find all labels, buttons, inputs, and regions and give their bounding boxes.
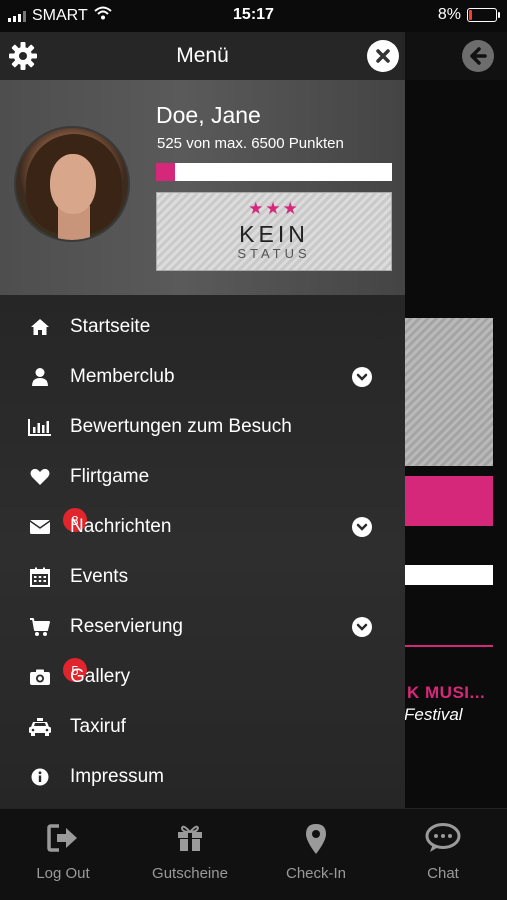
menu-label: Gallery: [70, 666, 131, 687]
tab-label: Log Out: [36, 865, 90, 882]
background-status-panel: [405, 318, 493, 466]
menu-item-memberclub[interactable]: Memberclub: [0, 353, 405, 401]
chat-bubble-icon: [380, 823, 506, 853]
menu-item-flirtgame[interactable]: Flirtgame: [0, 453, 405, 501]
menu-item-taxiruf[interactable]: Taxiruf: [0, 703, 405, 751]
tab-log-out[interactable]: Log Out: [0, 809, 126, 900]
close-icon[interactable]: [367, 40, 399, 72]
envelope-icon: 8: [28, 508, 87, 539]
cart-icon: [28, 615, 52, 639]
background-divider: [405, 645, 493, 647]
tab-label: Chat: [427, 865, 459, 882]
battery-percent: 8%: [437, 6, 461, 23]
menu-label: Impressum: [70, 766, 164, 787]
heart-icon: [28, 465, 52, 489]
menu-item-events[interactable]: Events: [0, 553, 405, 601]
side-drawer: Menü Doe, Jane 525 von max. 6500 Punkten…: [0, 32, 405, 808]
menu-item-gallery[interactable]: 5 Gallery: [0, 653, 405, 701]
taxi-icon: [28, 715, 52, 739]
chevron-down-icon[interactable]: [352, 367, 372, 387]
background-event-title: K MUSI...: [407, 683, 486, 702]
menu-label: Taxiruf: [70, 716, 126, 737]
menu-label: Memberclub: [70, 366, 175, 387]
background-event-subtitle: Festival: [404, 705, 463, 724]
status-card: ★★★ KEIN STATUS: [156, 192, 392, 271]
profile-section: Doe, Jane 525 von max. 6500 Punkten ★★★ …: [0, 80, 405, 295]
avatar[interactable]: [14, 126, 130, 242]
menu-label: Reservierung: [70, 616, 183, 637]
battery-info: 8%: [437, 6, 500, 24]
status-bar: SMART 15:17 8%: [0, 0, 507, 32]
camera-icon: 5: [28, 658, 87, 689]
drawer-header: Menü: [0, 32, 405, 80]
chevron-down-icon[interactable]: [352, 617, 372, 637]
battery-icon: [467, 8, 500, 22]
menu-item-impressum[interactable]: Impressum: [0, 753, 405, 801]
menu-item-reservierung[interactable]: Reservierung: [0, 603, 405, 651]
stars-icon: ★★★: [248, 199, 300, 218]
bar-chart-icon: [28, 415, 52, 439]
menu-label: Nachrichten: [70, 516, 172, 537]
menu-item-startseite[interactable]: Startseite: [0, 303, 405, 351]
tab-chat[interactable]: Chat: [380, 809, 506, 900]
menu-item-bewertungen[interactable]: Bewertungen zum Besuch: [0, 403, 405, 451]
bottom-tab-bar: Log Out Gutscheine Check-In Chat: [0, 808, 507, 900]
profile-points: 525 von max. 6500 Punkten: [157, 135, 344, 152]
chevron-down-icon[interactable]: [352, 517, 372, 537]
drawer-title: Menü: [176, 44, 229, 67]
menu-label: Flirtgame: [70, 466, 150, 487]
tab-label: Gutscheine: [152, 865, 228, 882]
points-progress-bar: [156, 163, 392, 181]
background-pink-panel: [405, 476, 493, 526]
points-progress-fill: [156, 163, 176, 181]
status-title: KEIN: [239, 221, 309, 247]
profile-name: Doe, Jane: [156, 102, 261, 128]
menu-label: Bewertungen zum Besuch: [70, 416, 292, 437]
menu-label: Events: [70, 566, 129, 587]
user-icon: [28, 365, 52, 389]
clock: 15:17: [233, 6, 274, 23]
gift-icon: [127, 823, 253, 853]
tab-gutscheine[interactable]: Gutscheine: [127, 809, 253, 900]
back-arrow-icon[interactable]: [462, 40, 494, 72]
status-subtitle: STATUS: [237, 246, 311, 261]
tab-label: Check-In: [285, 865, 347, 882]
drawer-menu: Startseite Memberclub Bewertungen zum Be…: [0, 295, 405, 808]
home-icon: [28, 315, 52, 339]
location-pin-icon: [253, 823, 379, 854]
menu-label: Startseite: [70, 316, 151, 337]
tab-check-in[interactable]: Check-In: [253, 809, 379, 900]
info-icon: [28, 765, 52, 789]
background-progress-bar: [405, 565, 493, 585]
calendar-icon: [28, 565, 52, 589]
menu-item-nachrichten[interactable]: 8 Nachrichten: [0, 503, 405, 551]
logout-icon: [0, 823, 126, 853]
